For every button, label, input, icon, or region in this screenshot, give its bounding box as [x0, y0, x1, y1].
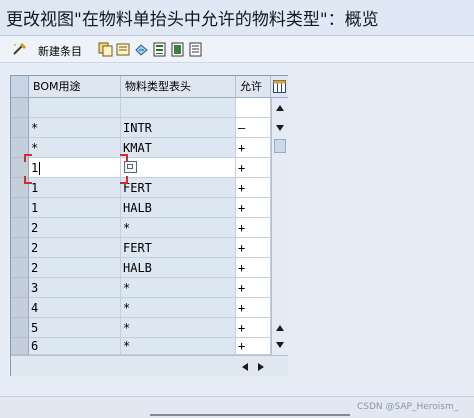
column-header-material-type[interactable]: 物料类型表头: [121, 76, 236, 98]
material-type-cell[interactable]: *: [121, 278, 236, 298]
watermark: CSDN @SAP_Heroism_: [357, 402, 459, 412]
table-control: BOM用途 物料类型表头 允许 * INTR – * KMAT + 1 + 1 …: [10, 75, 288, 376]
table-row: 3 * +: [11, 278, 271, 298]
allowed-cell[interactable]: –: [236, 118, 271, 138]
material-type-cell[interactable]: HALB: [121, 198, 236, 218]
bom-usage-cell[interactable]: 5: [29, 318, 121, 338]
bom-usage-cell[interactable]: 6: [29, 338, 121, 355]
material-type-cell[interactable]: [121, 98, 236, 118]
copy-icon[interactable]: [98, 42, 113, 57]
select-all-rows-button[interactable]: [11, 76, 29, 98]
material-type-cell-input[interactable]: [121, 158, 236, 178]
material-type-cell[interactable]: *: [121, 298, 236, 318]
select-all-icon[interactable]: [152, 42, 167, 57]
table-row: 2 * +: [11, 218, 271, 238]
scroll-right-icon[interactable]: [257, 362, 265, 372]
material-type-cell[interactable]: *: [121, 338, 236, 355]
table-row: 4 * +: [11, 298, 271, 318]
vertical-scrollbar[interactable]: [271, 98, 288, 355]
scroll-down-icon[interactable]: [275, 124, 285, 132]
allowed-cell[interactable]: +: [236, 318, 271, 338]
row-selector[interactable]: [11, 318, 29, 338]
allowed-cell[interactable]: +: [236, 298, 271, 318]
bom-usage-cell[interactable]: 2: [29, 218, 121, 238]
glasses-icon[interactable]: [12, 42, 27, 57]
allowed-cell[interactable]: +: [236, 198, 271, 218]
allowed-cell[interactable]: +: [236, 178, 271, 198]
scroll-thumb[interactable]: [274, 139, 286, 153]
row-selector[interactable]: [11, 238, 29, 258]
new-entries-button[interactable]: 新建条目: [38, 43, 82, 59]
allowed-cell[interactable]: +: [236, 218, 271, 238]
column-header-bom-usage[interactable]: BOM用途: [29, 76, 121, 98]
table-row: 2 HALB +: [11, 258, 271, 278]
row-selector[interactable]: [11, 258, 29, 278]
row-selector[interactable]: [11, 298, 29, 318]
table-row: 2 FERT +: [11, 238, 271, 258]
application-toolbar: 新建条目: [0, 37, 474, 63]
bom-usage-cell[interactable]: 2: [29, 258, 121, 278]
horizontal-scrollbar[interactable]: [11, 355, 288, 376]
material-type-cell[interactable]: INTR: [121, 118, 236, 138]
bom-usage-cell[interactable]: 4: [29, 298, 121, 318]
row-selector[interactable]: [11, 278, 29, 298]
table-row: 6 * +: [11, 338, 271, 355]
scroll-bottom-icon[interactable]: [275, 341, 285, 349]
row-selector[interactable]: [11, 118, 29, 138]
allowed-cell[interactable]: +: [236, 158, 271, 178]
column-header-allowed[interactable]: 允许: [236, 76, 271, 98]
table-settings-icon: [273, 80, 286, 93]
allowed-cell[interactable]: [236, 98, 271, 118]
material-type-cell[interactable]: FERT: [121, 238, 236, 258]
row-selector[interactable]: [11, 338, 29, 355]
allowed-cell[interactable]: +: [236, 238, 271, 258]
allowed-cell[interactable]: +: [236, 338, 271, 355]
undo-icon[interactable]: [134, 42, 149, 57]
window-title: 更改视图"在物料单抬头中允许的物料类型"：概览: [6, 10, 379, 30]
scroll-up-icon[interactable]: [275, 104, 285, 112]
bom-usage-cell[interactable]: [29, 98, 121, 118]
scroll-left-icon[interactable]: [241, 362, 249, 372]
allowed-cell[interactable]: +: [236, 278, 271, 298]
material-type-cell[interactable]: HALB: [121, 258, 236, 278]
row-selector[interactable]: [11, 98, 29, 118]
material-type-cell[interactable]: *: [121, 218, 236, 238]
scroll-page-up-icon[interactable]: [275, 324, 285, 332]
table-settings-button[interactable]: [271, 76, 288, 98]
material-type-cell[interactable]: FERT: [121, 178, 236, 198]
table-row: [11, 98, 271, 118]
allowed-cell[interactable]: +: [236, 258, 271, 278]
allowed-cell[interactable]: +: [236, 138, 271, 158]
material-type-cell[interactable]: KMAT: [121, 138, 236, 158]
material-type-cell[interactable]: *: [121, 318, 236, 338]
table-row: * INTR –: [11, 118, 271, 138]
table-row: 1 HALB +: [11, 198, 271, 218]
bom-usage-cell[interactable]: 3: [29, 278, 121, 298]
row-selector[interactable]: [11, 198, 29, 218]
title-bar: 更改视图"在物料单抬头中允许的物料类型"：概览: [0, 0, 474, 36]
select-block-icon[interactable]: [170, 42, 185, 57]
row-selector[interactable]: [11, 218, 29, 238]
bom-usage-cell[interactable]: 1: [29, 198, 121, 218]
table-row: 5 * +: [11, 318, 271, 338]
delete-icon[interactable]: [116, 42, 131, 57]
focus-frame: [24, 154, 128, 184]
bom-usage-cell[interactable]: *: [29, 118, 121, 138]
status-bar-divider: [150, 414, 350, 416]
bom-usage-cell[interactable]: 2: [29, 238, 121, 258]
deselect-all-icon[interactable]: [188, 42, 203, 57]
